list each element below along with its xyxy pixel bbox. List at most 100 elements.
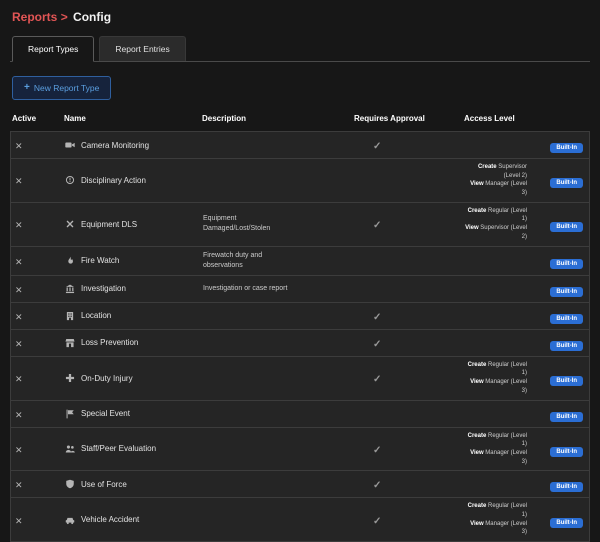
table-row[interactable]: ✕ Staff/Peer Evaluation ✓ Create Regular (L… — [10, 426, 590, 472]
table-row[interactable]: ✕ Disciplinary Action Create Supervisor (L… — [10, 158, 590, 203]
table-row[interactable]: ✕ Location ✓ Built-In — [10, 301, 590, 330]
report-type-description: Firewatch duty and observations — [203, 251, 263, 269]
report-type-description — [201, 136, 353, 154]
report-type-description — [201, 307, 353, 325]
approval-check-icon: ✓ — [373, 515, 382, 527]
table-row[interactable]: ✕ Camera Monitoring ✓ Built-In — [10, 131, 590, 159]
new-report-type-button[interactable]: + New Report Type — [12, 76, 112, 100]
tools-icon — [65, 219, 75, 229]
access-level-line: View Manager (Level 3) — [470, 520, 527, 536]
active-toggle-icon[interactable]: ✕ — [13, 257, 23, 267]
requires-approval-cell — [353, 285, 463, 293]
access-level-cell: Create Regular (Level 1) View Supervisor … — [463, 203, 537, 246]
bank-icon — [65, 284, 75, 294]
built-in-badge: Built-In — [550, 517, 583, 528]
requires-approval-cell — [353, 257, 463, 265]
access-level-cell — [463, 141, 537, 149]
report-type-name: Fire Watch — [81, 256, 120, 266]
access-level-cell — [463, 257, 537, 265]
table-row[interactable]: ✕ Special Event Built-In — [10, 399, 590, 428]
approval-check-icon: ✓ — [373, 311, 382, 323]
report-type-description — [201, 511, 353, 529]
report-type-description — [201, 475, 353, 493]
requires-approval-cell: ✓ — [353, 471, 463, 497]
report-type-name: Special Event — [81, 409, 130, 419]
tab-report-entries[interactable]: Report Entries — [99, 36, 186, 61]
requires-approval-cell: ✓ — [353, 211, 463, 237]
report-type-name: Location — [81, 311, 112, 321]
access-level-cell — [463, 339, 537, 347]
access-level-line: View Manager (Level 3) — [470, 181, 527, 197]
column-requires-approval: Requires Approval — [354, 114, 425, 123]
tab-report-types[interactable]: Report Types — [12, 36, 95, 62]
approval-check-icon: ✓ — [373, 444, 382, 456]
active-toggle-icon[interactable]: ✕ — [13, 445, 23, 455]
active-toggle-icon[interactable]: ✕ — [13, 516, 23, 526]
requires-approval-cell — [353, 410, 463, 418]
built-in-badge: Built-In — [550, 482, 583, 493]
flag-icon — [65, 409, 75, 419]
requires-approval-cell: ✓ — [353, 303, 463, 329]
active-toggle-icon[interactable]: ✕ — [13, 374, 23, 384]
access-level-cell: Create Supervisor (Level 2) View Manager … — [463, 159, 537, 202]
building-icon — [65, 311, 75, 321]
access-level-line: View Supervisor (Level 2) — [465, 225, 527, 240]
active-toggle-icon[interactable]: ✕ — [13, 410, 23, 420]
report-type-name: Equipment DLS — [81, 219, 138, 229]
table-row[interactable]: ✕ Investigation Investigation or case repo… — [10, 274, 590, 303]
report-type-description: Investigation or case report — [203, 284, 288, 292]
table-row[interactable]: ✕ Vehicle Accident ✓ Create Regular (Level … — [10, 497, 590, 542]
active-toggle-icon[interactable]: ✕ — [13, 141, 23, 151]
active-toggle-icon[interactable]: ✕ — [13, 176, 23, 186]
built-in-badge: Built-In — [550, 222, 583, 233]
requires-approval-cell — [353, 176, 463, 184]
requires-approval-cell: ✓ — [353, 507, 463, 533]
tab-bar: Report Types Report Entries — [10, 36, 590, 62]
store-icon — [65, 338, 75, 348]
access-level-cell: Create Regular (Level 1) View Manager (Le… — [463, 498, 537, 541]
built-in-badge: Built-In — [550, 313, 583, 324]
table-header: Active Name Description Requires Approva… — [10, 114, 590, 132]
medical-cross-icon — [65, 373, 75, 383]
column-access-level: Access Level — [464, 114, 515, 123]
report-type-name: Disciplinary Action — [81, 175, 146, 185]
active-toggle-icon[interactable]: ✕ — [13, 220, 23, 230]
table-row[interactable]: ✕ Equipment DLS Equipment Damaged/Lost/Sto… — [10, 201, 590, 247]
requires-approval-cell: ✓ — [353, 132, 463, 158]
people-icon — [65, 444, 75, 454]
breadcrumb-current-page: Config — [73, 10, 112, 24]
fire-icon — [65, 256, 75, 266]
built-in-badge: Built-In — [550, 411, 583, 422]
active-toggle-icon[interactable]: ✕ — [13, 480, 23, 490]
report-config-page: Reports > Config Report Types Report Ent… — [0, 0, 600, 542]
report-type-name: Use of Force — [81, 479, 127, 489]
access-level-line: Create Regular (Level 1) — [467, 503, 527, 518]
report-type-name: Staff/Peer Evaluation — [81, 444, 157, 454]
built-in-badge: Built-In — [550, 340, 583, 351]
breadcrumb-reports-link[interactable]: Reports — [12, 10, 57, 24]
column-name: Name — [64, 114, 86, 123]
report-type-name: Camera Monitoring — [81, 140, 150, 150]
approval-check-icon: ✓ — [373, 374, 382, 386]
access-level-cell — [463, 410, 537, 418]
table-row[interactable]: ✕ Loss Prevention ✓ Built-In — [10, 328, 590, 357]
requires-approval-cell: ✓ — [353, 330, 463, 356]
access-level-line: View Manager (Level 3) — [470, 379, 527, 394]
table-row[interactable]: ✕ Use of Force ✓ Built-In — [10, 470, 590, 499]
active-toggle-icon[interactable]: ✕ — [13, 312, 23, 322]
table-row[interactable]: ✕ Fire Watch Firewatch duty and observatio… — [10, 245, 590, 276]
approval-check-icon: ✓ — [373, 220, 382, 232]
report-type-description — [201, 440, 353, 458]
report-types-table-body: ✕ Camera Monitoring ✓ Built-In ✕ Disciplinary… — [10, 131, 590, 542]
active-toggle-icon[interactable]: ✕ — [13, 285, 23, 295]
access-level-line: Create Regular (Level 1) — [467, 207, 527, 223]
table-row[interactable]: ✕ On-Duty Injury ✓ Create Regular (Level 1)… — [10, 355, 590, 401]
access-level-line: Create Supervisor (Level 2) — [477, 164, 527, 179]
active-toggle-icon[interactable]: ✕ — [13, 339, 23, 349]
report-type-description — [201, 334, 353, 352]
report-type-description — [201, 404, 353, 422]
built-in-badge: Built-In — [550, 286, 583, 297]
camera-icon — [65, 140, 75, 150]
report-type-description — [201, 171, 353, 189]
approval-check-icon: ✓ — [373, 141, 382, 152]
